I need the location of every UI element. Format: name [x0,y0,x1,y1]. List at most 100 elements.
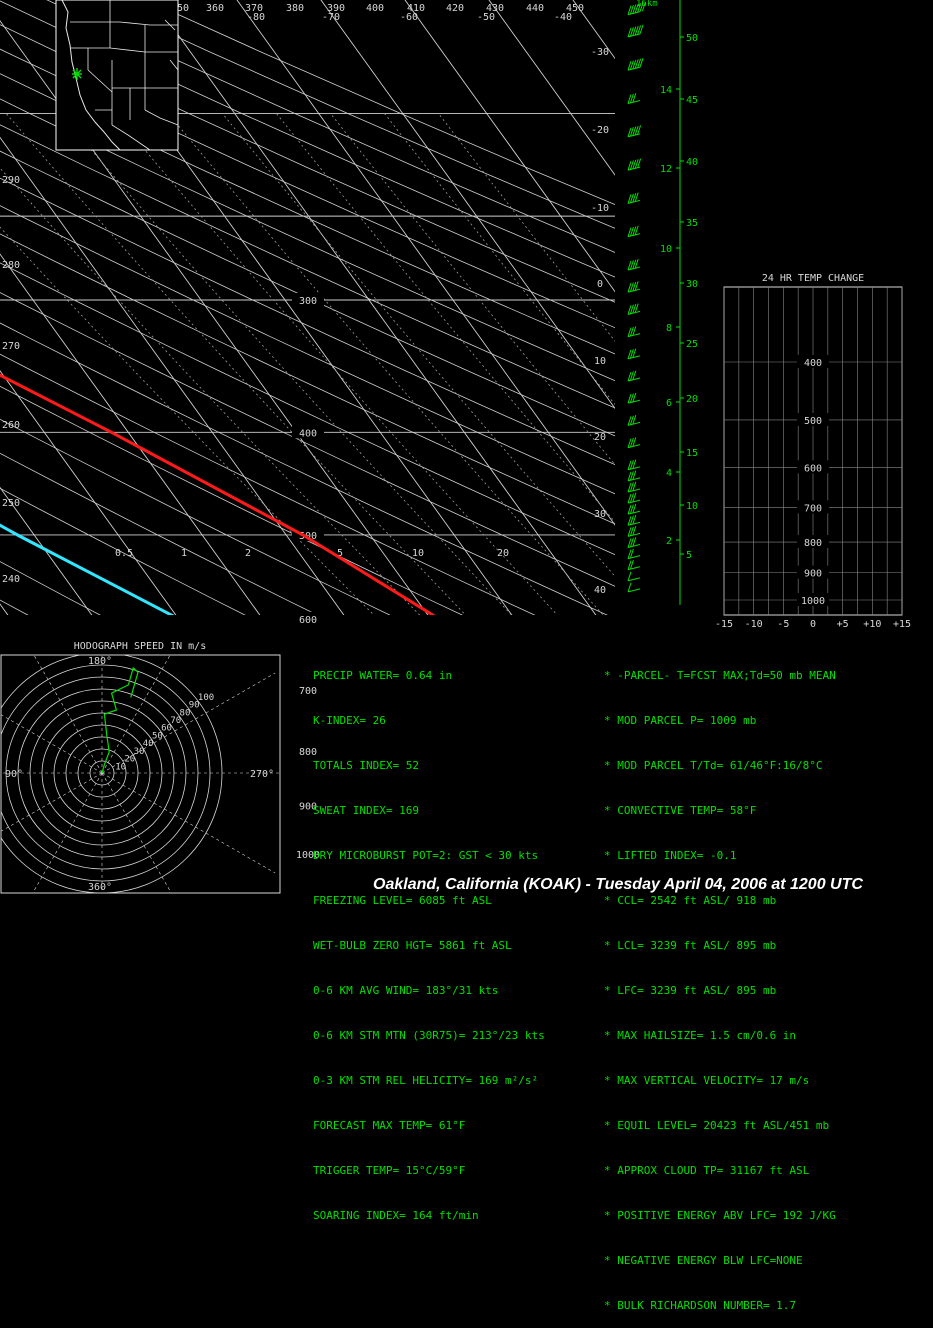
index-line: * -PARCEL- T=FCST MAX;Td=50 mb MEAN [604,668,836,683]
temperature-tick-label: 20 [594,432,606,443]
height-kft-label: 35 [686,218,698,229]
index-line: * CONVECTIVE TEMP= 58°F [604,803,836,818]
top-theta-tick-label: 360 [206,3,224,14]
wind-barb [628,193,640,204]
height-km-label: 6 [666,398,672,409]
theta-tick-label: 250 [2,498,20,509]
theta-tick-label: 260 [2,420,20,431]
temperature-tick-label: -40 [554,12,572,23]
hodograph-panel: HODOGRAPH SPEED IN m/s180°90°270°360°102… [0,573,302,909]
wind-barb [628,58,643,70]
index-line: FREEZING LEVEL= 6085 ft ASL [313,893,545,908]
height-kft-label: 5 [686,550,692,561]
barb-staff [628,422,640,425]
temperature-tick-label: -60 [400,12,418,23]
index-line: * MOD PARCEL T/Td= 61/46°F:16/8°C [604,758,836,773]
temp-change-pressure-label: 1000 [801,596,825,607]
wind-barb [628,326,640,336]
height-km-label: 4 [666,468,672,479]
index-line: * MAX VERTICAL VELOCITY= 17 m/s [604,1073,836,1088]
wind-barb [628,259,640,270]
index-line: DRY MICROBURST POT=2: GST < 30 kts [313,848,545,863]
temp-change-pressure-label: 500 [804,416,822,427]
barb-staff [628,467,640,470]
index-line: WET-BULB ZERO HGT= 5861 ft ASL [313,938,545,953]
barb-staff [628,378,640,381]
wind-barb [628,572,640,581]
temperature-tick-label: 0 [597,279,603,290]
barb-staff [628,334,640,337]
mixing-ratio-label: 0.5 [115,548,133,559]
height-km-label: 10 [660,244,672,255]
theta-tick-label: 290 [2,175,20,186]
index-line: PRECIP WATER= 0.64 in [313,668,545,683]
wind-barb [628,482,640,492]
temperature-tick-label: -80 [247,12,265,23]
top-theta-tick-label: 440 [526,3,544,14]
wind-barb [628,526,640,536]
height-km-label: 14 [660,85,672,96]
temp-change-x-label: +10 [863,619,881,630]
height-kft-label: 10 [686,501,698,512]
theta-tick-label: 240 [2,574,20,585]
pressure-tick-label: 400 [299,428,317,439]
barb-staff [628,533,640,536]
pressure-tick-label: 300 [299,296,317,307]
index-line: * APPROX CLOUD TP= 31167 ft ASL [604,1163,836,1178]
temp-change-x-label: +5 [837,619,849,630]
barb-staff [628,567,640,570]
top-theta-tick-label: 420 [446,3,464,14]
temp-change-pressure-label: 400 [804,358,822,369]
index-line: * LFC= 3239 ft ASL/ 895 mb [604,983,836,998]
barb-staff [628,522,640,525]
barb-staff [628,545,640,548]
temp-change-title: 24 HR TEMP CHANGE [762,273,864,284]
wind-barb [628,493,640,503]
top-theta-tick-label: 400 [366,3,384,14]
hodo-spoke [102,773,202,909]
index-line: TRIGGER TEMP= 15°C/59°F [313,1163,545,1178]
wind-barb [628,560,640,570]
index-line: 0-6 KM AVG WIND= 183°/31 kts [313,983,545,998]
mixing-ratio-label: 20 [497,548,509,559]
temperature-tick-label: 10 [594,356,606,367]
temperature-tick-label: -20 [591,125,609,136]
barb-staff [628,356,640,359]
hodo-speed-label: 100 [198,693,214,703]
mixing-ratio-label: 1 [181,548,187,559]
height-kft-label: 20 [686,394,698,405]
wind-barb [628,471,640,481]
barb-staff [628,267,640,270]
barb-staff [628,34,640,37]
hodo-dir-label: 360° [88,882,112,893]
height-kft-label: 40 [686,157,698,168]
wind-barb [628,537,640,547]
height-km-label: 12 [660,164,672,175]
index-line: * CCL= 2542 ft ASL/ 918 mb [604,893,836,908]
map-frame [56,0,178,150]
wind-barb [628,226,640,237]
height-kft-label: 30 [686,279,698,290]
map-inset [56,0,178,150]
indices-left-panel: PRECIP WATER= 0.64 in K-INDEX= 26 TOTALS… [313,638,545,1238]
barb-staff [628,311,640,314]
barb-staff [628,478,640,481]
theta-tick-label: 270 [2,341,20,352]
index-line: * LCL= 3239 ft ASL/ 895 mb [604,938,836,953]
figure-title: Oakland, California (KOAK) - Tuesday Apr… [373,876,863,894]
temperature-tick-label: -50 [477,12,495,23]
pressure-tick-label: 600 [299,615,317,626]
barb-staff [628,445,640,448]
barb-staff [628,234,640,237]
top-theta-tick-label: 380 [286,3,304,14]
temp-change-x-label: -5 [777,619,789,630]
station-star-icon [72,68,82,80]
barb-staff [628,489,640,492]
barb-staff [628,589,640,592]
height-km-label: 2 [666,536,672,547]
hodo-dir-label: 270° [250,769,274,780]
index-line: 0-3 KM STM REL HELICITY= 169 m²/s² [313,1073,545,1088]
wind-barb [628,460,640,470]
wind-barb [628,371,640,381]
wind-barb [628,437,640,447]
